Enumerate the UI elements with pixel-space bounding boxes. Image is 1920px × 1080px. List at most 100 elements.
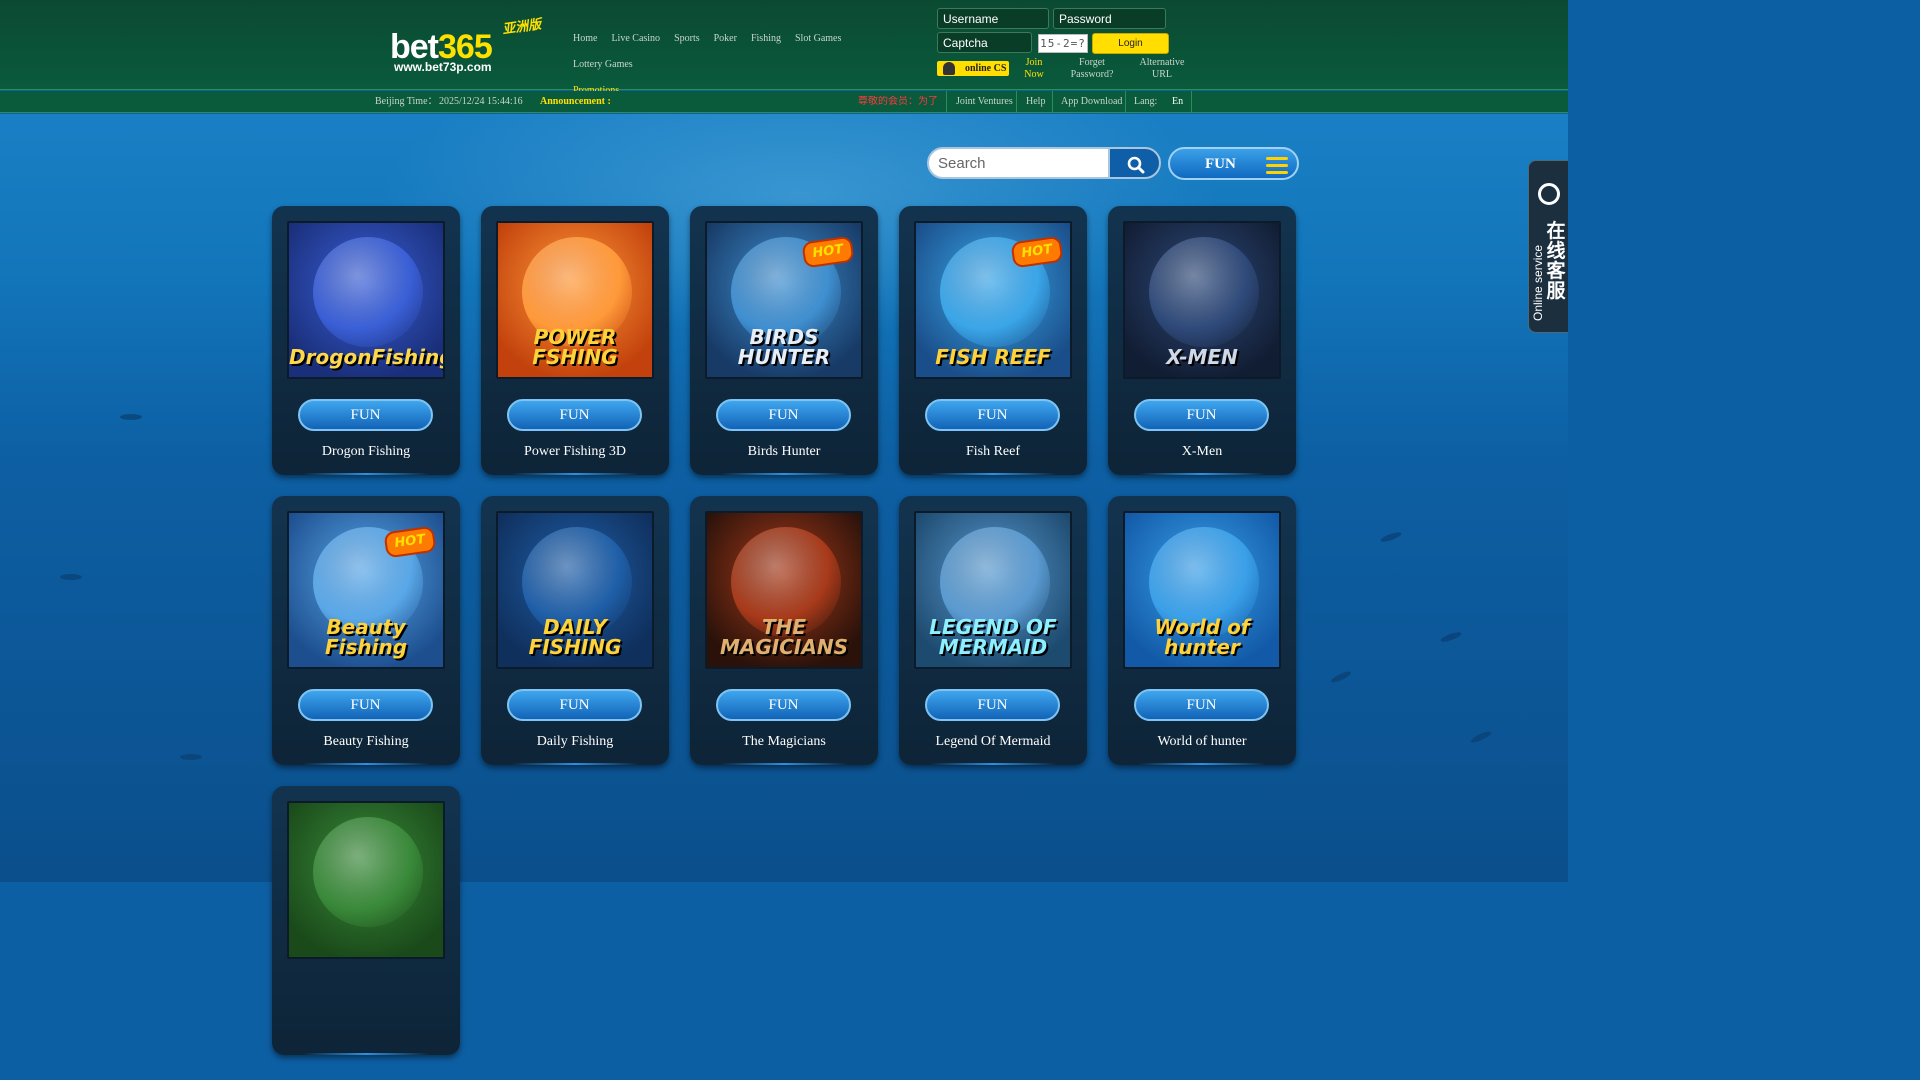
game-name: Drogon Fishing	[321, 444, 411, 459]
game-name: Daily Fishing	[536, 734, 614, 749]
game-card[interactable]: FISH REEF HOT FUN Fish Reef	[899, 206, 1087, 475]
game-artwork	[1149, 237, 1259, 347]
game-thumbnail[interactable]: LEGEND OF MERMAID	[914, 511, 1072, 669]
nav-poker[interactable]: Poker	[714, 33, 737, 44]
game-card[interactable]: DrogonFishing FUN Drogon Fishing	[272, 206, 460, 475]
divider	[1125, 91, 1126, 113]
nav-lottery-games[interactable]: Lottery Games	[573, 59, 633, 70]
game-card[interactable]: LEGEND OF MERMAID FUN Legend Of Mermaid	[899, 496, 1087, 765]
game-card[interactable]: BIRDS HUNTER HOT FUN Birds Hunter	[690, 206, 878, 475]
play-fun-button[interactable]: FUN	[298, 399, 433, 431]
mode-selector[interactable]: FUN	[1168, 147, 1299, 180]
mode-label: FUN	[1205, 156, 1236, 172]
game-card[interactable]: X-MEN FUN X-Men	[1108, 206, 1296, 475]
lang-label: Lang:	[1134, 96, 1158, 107]
game-thumbnail[interactable]: THE MAGICIANS	[705, 511, 863, 669]
logo-domain: www.bet73p.com	[394, 60, 492, 74]
game-name: Legend Of Mermaid	[935, 734, 1051, 749]
game-card[interactable]: DAILY FISHING FUN Daily Fishing	[481, 496, 669, 765]
game-thumbnail[interactable]	[287, 801, 445, 959]
game-artwork	[313, 237, 423, 347]
online-service-tab[interactable]: Online service 在线客服	[1528, 160, 1568, 333]
site-logo[interactable]: bet365 亚洲版 www.bet73p.com	[390, 17, 560, 78]
app-download-link[interactable]: App Download	[1061, 96, 1122, 108]
captcha-image[interactable]: 15-2=?	[1038, 34, 1088, 53]
play-fun-button[interactable]: FUN	[298, 689, 433, 721]
announcement-marquee[interactable]: 尊敬的会员：为了	[858, 96, 944, 108]
search-input[interactable]	[927, 147, 1110, 179]
play-fun-button[interactable]: FUN	[507, 399, 642, 431]
online-service-label-cn: 在线客服	[1546, 220, 1566, 302]
joint-ventures-link[interactable]: Joint Ventures	[956, 96, 1013, 108]
game-title-art: POWER FSHING	[532, 325, 618, 369]
play-fun-button[interactable]: FUN	[1134, 689, 1269, 721]
captcha-input[interactable]	[937, 32, 1032, 53]
nav-fishing[interactable]: Fishing	[751, 33, 781, 44]
online-service-label: Online service	[1531, 244, 1545, 321]
fish-silhouette	[120, 414, 142, 420]
password-input[interactable]	[1053, 8, 1166, 29]
nav-sports[interactable]: Sports	[674, 33, 700, 44]
game-title-art: DAILY FISHING	[528, 615, 622, 659]
lang-selector[interactable]: En	[1172, 96, 1183, 108]
play-fun-button[interactable]: FUN	[1134, 399, 1269, 431]
game-title-art: FISH REEF	[935, 345, 1051, 369]
game-artwork	[313, 817, 423, 927]
online-cs-label: online CS	[965, 63, 1007, 74]
nav-live-casino[interactable]: Live Casino	[611, 33, 660, 44]
game-thumbnail[interactable]: DrogonFishing	[287, 221, 445, 379]
play-fun-button[interactable]: FUN	[925, 399, 1060, 431]
game-name: Power Fishing 3D	[524, 444, 626, 459]
divider	[1016, 91, 1017, 113]
divider	[1052, 91, 1053, 113]
play-fun-button[interactable]: FUN	[925, 689, 1060, 721]
site-header: bet365 亚洲版 www.bet73p.com Home Live Casi…	[0, 0, 1568, 96]
game-card[interactable]: THE MAGICIANS FUN The Magicians	[690, 496, 878, 765]
beijing-time-value: 2025/12/24 15:44:16	[439, 96, 523, 107]
game-thumbnail[interactable]: DAILY FISHING	[496, 511, 654, 669]
info-bar: Beijing Time： 2025/12/24 15:44:16 Announ…	[0, 91, 1568, 113]
game-card[interactable]: World of hunter FUN World of hunter	[1108, 496, 1296, 765]
fish-silhouette	[1469, 729, 1493, 745]
game-name: The Magicians	[742, 734, 826, 749]
search-button[interactable]	[1108, 147, 1161, 179]
forget-password-link[interactable]: Forget Password?	[1062, 57, 1122, 81]
logo-edition-tag: 亚洲版	[501, 17, 543, 38]
game-title-art: X-MEN	[1166, 345, 1238, 369]
game-title-art: World of hunter	[1154, 615, 1250, 659]
game-thumbnail[interactable]: X-MEN	[1123, 221, 1281, 379]
help-link[interactable]: Help	[1026, 96, 1045, 108]
game-card[interactable]: POWER FSHING FUN Power Fishing 3D	[481, 206, 669, 475]
nav-slot-games[interactable]: Slot Games	[795, 33, 841, 44]
play-fun-button[interactable]: FUN	[716, 689, 851, 721]
game-title-art: BIRDS HUNTER	[737, 325, 831, 369]
game-thumbnail[interactable]: Beauty Fishing HOT	[287, 511, 445, 669]
game-card[interactable]	[272, 786, 460, 1055]
login-button[interactable]: Login	[1092, 33, 1169, 54]
game-name: Beauty Fishing	[323, 734, 409, 749]
game-card[interactable]: Beauty Fishing HOT FUN Beauty Fishing	[272, 496, 460, 765]
join-now-link[interactable]: Join Now	[1017, 57, 1051, 81]
fish-silhouette	[1439, 630, 1463, 644]
customer-service-icon	[1538, 183, 1560, 205]
search-icon	[1127, 156, 1145, 174]
beijing-time-label: Beijing Time：	[375, 96, 438, 107]
fish-silhouette	[1329, 669, 1353, 685]
alternative-url-link[interactable]: Alternative URL	[1132, 57, 1192, 81]
customer-service-icon	[943, 62, 955, 75]
game-thumbnail[interactable]: World of hunter	[1123, 511, 1281, 669]
username-input[interactable]	[937, 8, 1049, 29]
play-fun-button[interactable]: FUN	[716, 399, 851, 431]
game-thumbnail[interactable]: BIRDS HUNTER HOT	[705, 221, 863, 379]
game-thumbnail[interactable]: FISH REEF HOT	[914, 221, 1072, 379]
game-title-art: LEGEND OF MERMAID	[929, 615, 1057, 659]
play-fun-button[interactable]: FUN	[507, 689, 642, 721]
online-cs-button[interactable]: online CS	[937, 61, 1009, 76]
fish-silhouette	[60, 574, 82, 580]
game-name: World of hunter	[1157, 734, 1247, 749]
game-thumbnail[interactable]: POWER FSHING	[496, 221, 654, 379]
game-name: Fish Reef	[965, 444, 1021, 459]
menu-icon	[1266, 157, 1288, 178]
nav-home[interactable]: Home	[573, 33, 597, 44]
game-name: X-Men	[1181, 444, 1223, 459]
